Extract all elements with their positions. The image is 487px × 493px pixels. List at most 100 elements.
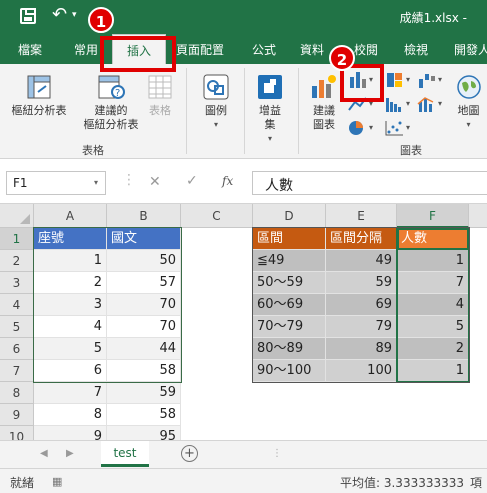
pivot-table-icon [24, 72, 54, 102]
column-header-e[interactable]: E [326, 204, 397, 228]
row-header-4[interactable]: 4 [0, 294, 34, 316]
addins-icon [255, 72, 285, 102]
scatter-chart-button[interactable]: ▾ [384, 118, 414, 138]
cell-b9[interactable]: 58 [107, 404, 181, 426]
ribbon-separator [244, 68, 245, 154]
cancel-icon[interactable]: ✕ [149, 174, 161, 190]
recommended-pivot-icon: ? [96, 72, 126, 102]
sheet-prev-icon[interactable]: ◀ [40, 448, 48, 459]
recommended-charts-button[interactable]: 建議 圖表 [304, 72, 344, 132]
column-header-a[interactable]: A [34, 204, 107, 228]
drag-handle-icon[interactable]: ⋮ [122, 172, 136, 188]
statistic-chart-icon: ▾ [386, 98, 410, 112]
window-title: 成績1.xlsx - [399, 11, 467, 25]
column-header-g[interactable] [469, 204, 487, 228]
recommended-charts-label-1: 建議 [313, 104, 335, 117]
save-icon[interactable] [20, 8, 36, 24]
statistic-chart-button[interactable]: ▾ [384, 94, 414, 114]
add-sheet-icon[interactable]: + [181, 445, 198, 462]
row-header-9[interactable]: 9 [0, 404, 34, 426]
status-ready: 就緒 [10, 476, 35, 490]
waterfall-chart-icon: ▾ [419, 74, 442, 88]
select-all-corner[interactable] [0, 204, 34, 228]
row-header-8[interactable]: 8 [0, 382, 34, 404]
tab-review[interactable]: 校閱 [354, 41, 378, 58]
column-header-d[interactable]: D [253, 204, 326, 228]
addins-dropdown-icon: ▾ [267, 134, 272, 143]
undo-dropdown-icon[interactable]: ▾ [72, 10, 77, 20]
sheet-tab-test[interactable]: test [101, 441, 149, 467]
pie-chart-button[interactable]: ▾ [346, 118, 376, 138]
pie-chart-icon: ▾ [349, 121, 373, 135]
svg-text:▾: ▾ [406, 75, 410, 84]
waterfall-chart-button[interactable]: ▾ [416, 70, 446, 90]
cell-a8[interactable]: 7 [34, 382, 107, 404]
svg-text:▾: ▾ [438, 75, 442, 84]
hierarchy-chart-icon: ▾ [387, 73, 410, 87]
maps-label: 地圖 [457, 104, 480, 117]
callout-highlight-insert-tab [100, 36, 176, 72]
maps-button[interactable]: 地圖 ▾ [450, 72, 487, 132]
status-bar: 就緒 ▦ 平均值: 3.333333333 項目 [0, 468, 487, 493]
sheet-tab-bar: ◀ ▶ test + ⋮ [0, 440, 487, 468]
column-header-f[interactable]: F [397, 204, 469, 228]
name-box[interactable]: F1 [6, 171, 106, 195]
formula-input[interactable]: 人數 [252, 171, 487, 195]
ribbon-separator [186, 68, 187, 154]
addins-button[interactable]: 增益 集 ▾ [250, 72, 290, 146]
recommended-pivot-button[interactable]: ? 建議的 樞紐分析表 [80, 72, 142, 132]
recommended-charts-label-2: 圖表 [313, 118, 335, 131]
pivot-table-button[interactable]: 樞紐分析表 [6, 72, 72, 118]
svg-text:?: ? [115, 88, 120, 99]
tab-developer[interactable]: 開發人 [454, 41, 487, 58]
macro-record-icon[interactable]: ▦ [52, 475, 62, 488]
name-box-dropdown-icon[interactable]: ▾ [94, 178, 98, 187]
tab-file[interactable]: 檔案 [18, 41, 42, 58]
ribbon-separator [298, 68, 299, 154]
table-button[interactable]: 表格 [142, 72, 178, 118]
status-average: 平均值: 3.333333333 [340, 476, 465, 490]
scatter-chart-icon: ▾ [385, 121, 410, 136]
row-header-1[interactable]: 1 [0, 228, 34, 250]
sheet-next-icon[interactable]: ▶ [66, 448, 74, 459]
insert-function-button[interactable]: fx [222, 174, 233, 188]
callout-badge-2: 2 [329, 45, 355, 71]
ribbon-tab-row: 檔案 常用 插入 頁面配置 公式 資料 校閱 檢視 開發人 [0, 34, 487, 64]
row-header-10[interactable]: 10 [0, 426, 34, 440]
table-icon [145, 72, 175, 102]
tab-view[interactable]: 檢視 [404, 41, 428, 58]
column-header-c[interactable]: C [181, 204, 253, 228]
row-header-2[interactable]: 2 [0, 250, 34, 272]
cell-b10[interactable]: 95 [107, 426, 181, 440]
combo-chart-button[interactable]: ▾ [416, 94, 446, 114]
tab-home[interactable]: 常用 [74, 41, 98, 58]
illustrations-icon [201, 72, 231, 102]
svg-text:▾: ▾ [369, 123, 373, 132]
group-charts-label: 圖表 [400, 144, 422, 157]
tab-page-layout[interactable]: 頁面配置 [176, 41, 224, 58]
title-bar: ↶ ▾ 成績1.xlsx - [0, 0, 487, 34]
illustrations-dropdown-icon: ▾ [213, 120, 218, 129]
tab-data[interactable]: 資料 [300, 41, 324, 58]
undo-icon[interactable]: ↶ [52, 4, 67, 25]
sheet-scroll-dots-icon[interactable]: ⋮ [272, 448, 282, 459]
enter-icon[interactable]: ✓ [186, 173, 198, 189]
row-header-7[interactable]: 7 [0, 360, 34, 382]
row-header-5[interactable]: 5 [0, 316, 34, 338]
row-header-6[interactable]: 6 [0, 338, 34, 360]
ribbon-insert: 樞紐分析表 ? 建議的 樞紐分析表 表格 表格 圖例 ▾ 增益 集 ▾ 建議 圖… [0, 64, 487, 159]
tab-formulas[interactable]: 公式 [252, 41, 276, 58]
cell-a10[interactable]: 9 [34, 426, 107, 440]
illustrations-button[interactable]: 圖例 ▾ [194, 72, 238, 132]
worksheet-grid[interactable]: A B C D E F 1 2 3 4 5 6 7 8 9 10 座號 1 2 … [0, 204, 487, 440]
cell-a9[interactable]: 8 [34, 404, 107, 426]
table-outline [33, 227, 182, 383]
combo-chart-icon: ▾ [417, 97, 442, 112]
svg-text:▾: ▾ [406, 99, 410, 108]
column-header-b[interactable]: B [107, 204, 181, 228]
row-header-3[interactable]: 3 [0, 272, 34, 294]
svg-text:▾: ▾ [438, 99, 442, 108]
cell-b8[interactable]: 59 [107, 382, 181, 404]
maps-dropdown-icon: ▾ [466, 120, 471, 129]
hierarchy-chart-button[interactable]: ▾ [384, 70, 414, 90]
